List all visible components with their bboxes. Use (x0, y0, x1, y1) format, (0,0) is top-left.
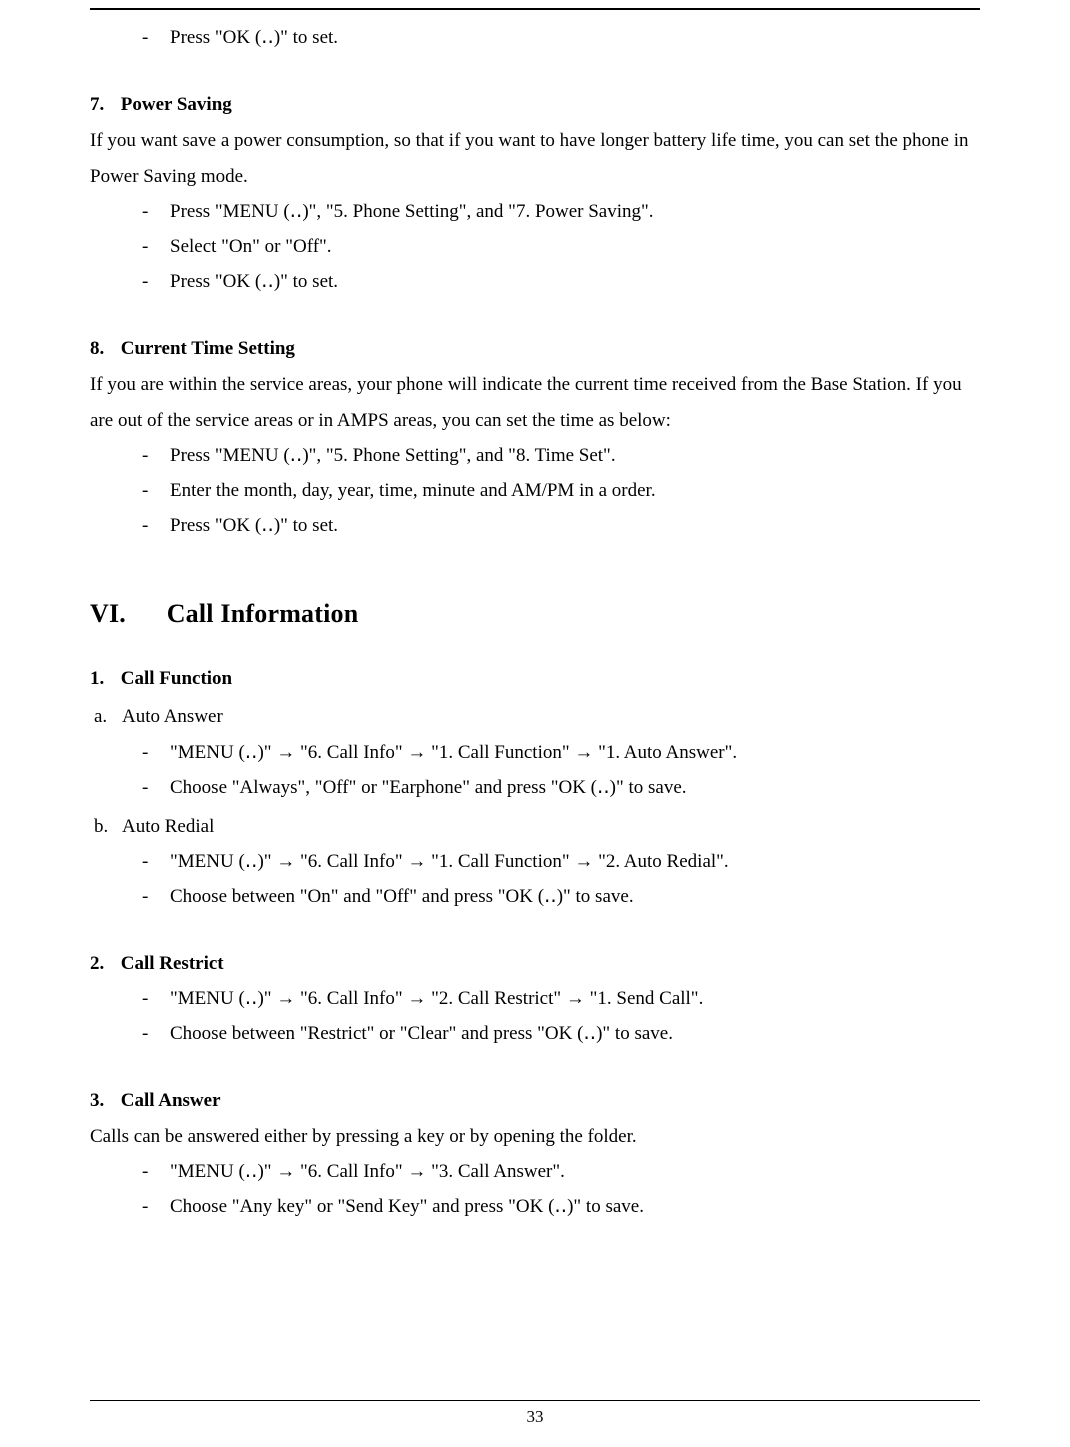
section-3-title: Call Answer (121, 1090, 221, 1111)
section-1-a-text: Auto Answer (122, 706, 223, 727)
section-3-num: 3. (90, 1085, 116, 1117)
section-1-title: Call Function (121, 668, 232, 689)
dash-icon: - (138, 508, 170, 543)
section-3-heading: 3. Call Answer (90, 1085, 980, 1117)
section-8-bullet-1: -Press "MENU (‥)", "5. Phone Setting", a… (138, 438, 980, 473)
section-1-a-bullet-2-text: Choose "Always", "Off" or "Earphone" and… (170, 777, 687, 798)
dash-icon: - (138, 229, 170, 264)
section-7-bullet-3: -Press "OK (‥)" to set. (138, 264, 980, 299)
section-3-bullet-1-text: "MENU (‥)" → "6. Call Info" → "3. Call A… (170, 1161, 565, 1182)
section-7-bullet-3-text: Press "OK (‥)" to set. (170, 271, 338, 292)
dash-icon: - (138, 1154, 170, 1189)
section-2-bullet-1-text: "MENU (‥)" → "6. Call Info" → "2. Call R… (170, 988, 703, 1009)
section-2-bullet-1: -"MENU (‥)" → "6. Call Info" → "2. Call … (138, 981, 980, 1016)
section-3-para: Calls can be answered either by pressing… (90, 1119, 980, 1154)
section-3-bullet-2-text: Choose "Any key" or "Send Key" and press… (170, 1196, 644, 1217)
dash-icon: - (138, 194, 170, 229)
dash-icon: - (138, 1189, 170, 1224)
section-2-bullet-2: -Choose between "Restrict" or "Clear" an… (138, 1016, 980, 1051)
intro-bullet-text: Press "OK (‥)" to set. (170, 27, 338, 48)
section-1-num: 1. (90, 663, 116, 695)
section-1-a: a.Auto Answer (94, 699, 980, 734)
section-2-heading: 2. Call Restrict (90, 948, 980, 980)
section-8-num: 8. (90, 333, 116, 365)
section-2-title: Call Restrict (121, 953, 224, 974)
section-7-num: 7. (90, 89, 116, 121)
section-8-bullet-2-text: Enter the month, day, year, time, minute… (170, 480, 656, 501)
section-1-b-bullet-1: -"MENU (‥)" → "6. Call Info" → "1. Call … (138, 844, 980, 879)
dash-icon: - (138, 264, 170, 299)
section-7-para: If you want save a power consumption, so… (90, 123, 980, 193)
section-7-bullet-1: -Press "MENU (‥)", "5. Phone Setting", a… (138, 194, 980, 229)
dash-icon: - (138, 879, 170, 914)
chapter-roman: VI. (90, 599, 160, 629)
chapter-title: Call Information (167, 599, 359, 628)
section-7-bullet-2: -Select "On" or "Off". (138, 229, 980, 264)
section-1-heading: 1. Call Function (90, 663, 980, 695)
section-1-b-label: b. (94, 809, 122, 844)
section-8-title: Current Time Setting (121, 338, 295, 359)
section-7-title: Power Saving (121, 94, 232, 115)
section-8-heading: 8. Current Time Setting (90, 333, 980, 365)
section-1-b-text: Auto Redial (122, 816, 214, 837)
page-footer: 33 (0, 1400, 1070, 1427)
section-8-bullet-3-text: Press "OK (‥)" to set. (170, 515, 338, 536)
dash-icon: - (138, 20, 170, 55)
section-8-bullet-3: -Press "OK (‥)" to set. (138, 508, 980, 543)
section-1-b-bullet-2-text: Choose between "On" and "Off" and press … (170, 886, 634, 907)
section-1-b: b.Auto Redial (94, 809, 980, 844)
dash-icon: - (138, 770, 170, 805)
dash-icon: - (138, 981, 170, 1016)
section-1-a-label: a. (94, 699, 122, 734)
dash-icon: - (138, 844, 170, 879)
dash-icon: - (138, 473, 170, 508)
dash-icon: - (138, 1016, 170, 1051)
section-3-bullet-1: -"MENU (‥)" → "6. Call Info" → "3. Call … (138, 1154, 980, 1189)
dash-icon: - (138, 438, 170, 473)
chapter-heading: VI. Call Information (90, 599, 980, 629)
section-1-a-bullet-1: -"MENU (‥)" → "6. Call Info" → "1. Call … (138, 735, 980, 770)
section-1-a-bullet-2: -Choose "Always", "Off" or "Earphone" an… (138, 770, 980, 805)
section-1-a-bullet-1-text: "MENU (‥)" → "6. Call Info" → "1. Call F… (170, 742, 737, 763)
intro-bullet: -Press "OK (‥)" to set. (138, 20, 980, 55)
page-number: 33 (0, 1407, 1070, 1427)
section-7-bullet-1-text: Press "MENU (‥)", "5. Phone Setting", an… (170, 201, 654, 222)
dash-icon: - (138, 735, 170, 770)
section-2-bullet-2-text: Choose between "Restrict" or "Clear" and… (170, 1023, 673, 1044)
section-3-bullet-2: -Choose "Any key" or "Send Key" and pres… (138, 1189, 980, 1224)
section-8-bullet-1-text: Press "MENU (‥)", "5. Phone Setting", an… (170, 445, 616, 466)
section-7-heading: 7. Power Saving (90, 89, 980, 121)
section-2-num: 2. (90, 948, 116, 980)
footer-rule (90, 1400, 980, 1401)
section-1-b-bullet-1-text: "MENU (‥)" → "6. Call Info" → "1. Call F… (170, 851, 729, 872)
section-8-para: If you are within the service areas, you… (90, 367, 980, 437)
section-7-bullet-2-text: Select "On" or "Off". (170, 236, 332, 257)
section-1-b-bullet-2: -Choose between "On" and "Off" and press… (138, 879, 980, 914)
section-8-bullet-2: -Enter the month, day, year, time, minut… (138, 473, 980, 508)
